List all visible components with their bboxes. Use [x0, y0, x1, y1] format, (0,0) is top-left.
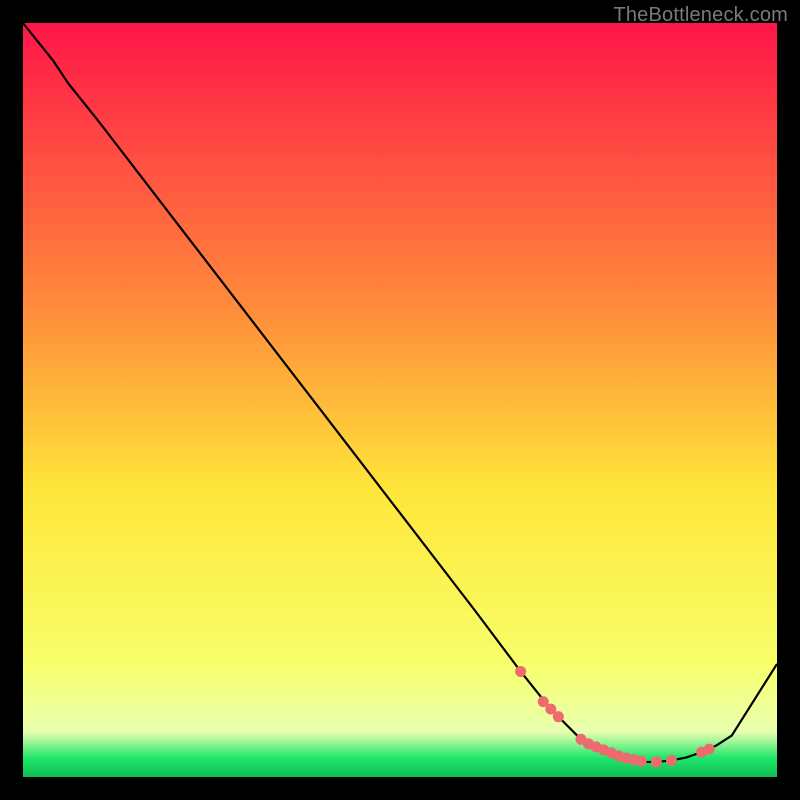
marker-point — [651, 756, 662, 767]
gradient-background — [23, 23, 777, 777]
marker-point — [553, 711, 564, 722]
marker-point — [704, 744, 715, 755]
bottleneck-chart — [23, 23, 777, 777]
marker-point — [636, 756, 647, 767]
plot-area — [23, 23, 777, 777]
marker-point — [515, 666, 526, 677]
chart-frame: TheBottleneck.com — [0, 0, 800, 800]
marker-point — [666, 755, 677, 766]
